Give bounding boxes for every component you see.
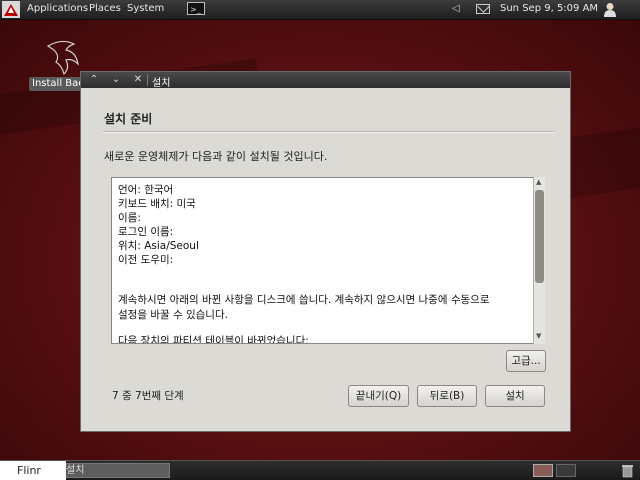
summary-line: 로그인 이름: [118, 226, 174, 238]
menu-applications[interactable]: Applications [27, 3, 88, 14]
window-title: 설치 [152, 78, 171, 89]
close-icon[interactable]: ✕ [131, 73, 145, 87]
install-summary-textview[interactable]: 언어: 한국어 키보드 배치: 미국 이름: 로그인 이름: 위치: Asia/… [111, 177, 545, 344]
page-description: 새로운 운영체제가 다음과 같이 설치될 것입니다. [104, 150, 328, 163]
scroll-up-icon[interactable]: ▲ [536, 178, 541, 186]
summary-line: 다음 장치의 파티션 테이블이 바뀌었습니다: [118, 335, 309, 344]
step-indicator: 7 중 7번째 단계 [112, 390, 184, 402]
terminal-icon[interactable]: >_ [187, 2, 205, 15]
quit-button[interactable]: 끝내기(Q) [348, 385, 409, 407]
summary-line: 키보드 배치: 미국 [118, 198, 196, 210]
clock[interactable]: Sun Sep 9, 5:09 AM [500, 3, 598, 14]
summary-line: 이전 도우미: [118, 254, 174, 266]
top-panel: Applications Places System >_ ◁ Sun Sep … [0, 0, 640, 20]
install-button[interactable]: 설치 [485, 385, 545, 407]
installer-window: ⌃ ⌄ ✕ 설치 설치 준비 새로운 운영체제가 다음과 같이 설치될 것입니다… [80, 71, 571, 432]
workspace-1[interactable] [533, 464, 553, 477]
summary-scrollbar[interactable]: ▲ ▼ [533, 177, 545, 344]
heading-divider [103, 131, 555, 133]
summary-line: 설정을 바꿀 수 있습니다. [118, 309, 228, 321]
bottom-panel: 설치 Flinr [0, 460, 640, 480]
summary-line: 언어: 한국어 [118, 184, 174, 196]
menu-system[interactable]: System [127, 3, 164, 14]
scrollbar-thumb[interactable] [535, 190, 544, 283]
window-titlebar[interactable]: ⌃ ⌄ ✕ 설치 [81, 72, 570, 89]
titlebar-separator [147, 74, 148, 86]
scroll-down-icon[interactable]: ▼ [536, 332, 541, 340]
desktop-icon-label[interactable]: Install Backtrack [29, 77, 85, 91]
summary-line: 이름: [118, 212, 141, 224]
mail-icon[interactable] [476, 4, 490, 14]
workspace-2[interactable] [556, 464, 576, 477]
show-desktop-button[interactable]: Flinr [0, 461, 66, 480]
user-icon[interactable] [603, 2, 617, 17]
volume-icon[interactable]: ◁ [452, 4, 462, 14]
kali-dragon-icon[interactable] [2, 1, 20, 18]
chevron-down-icon[interactable]: ⌄ [109, 73, 123, 87]
window-content: 설치 준비 새로운 운영체제가 다음과 같이 설치될 것입니다. 언어: 한국어… [81, 88, 570, 431]
dragon-logo-icon[interactable] [44, 38, 84, 76]
trash-icon[interactable] [621, 463, 634, 478]
advanced-button[interactable]: 고급... [506, 350, 546, 372]
summary-line: 위치: Asia/Seoul [118, 240, 199, 252]
page-title: 설치 준비 [104, 112, 153, 126]
menu-places[interactable]: Places [89, 3, 121, 14]
back-button[interactable]: 뒤로(B) [417, 385, 477, 407]
chevron-up-icon[interactable]: ⌃ [87, 73, 101, 87]
taskbar-installer-button[interactable]: 설치 [62, 463, 170, 478]
summary-line: 계속하시면 아래의 바뀐 사항을 디스크에 씁니다. 계속하지 않으시면 나중에… [118, 294, 490, 306]
